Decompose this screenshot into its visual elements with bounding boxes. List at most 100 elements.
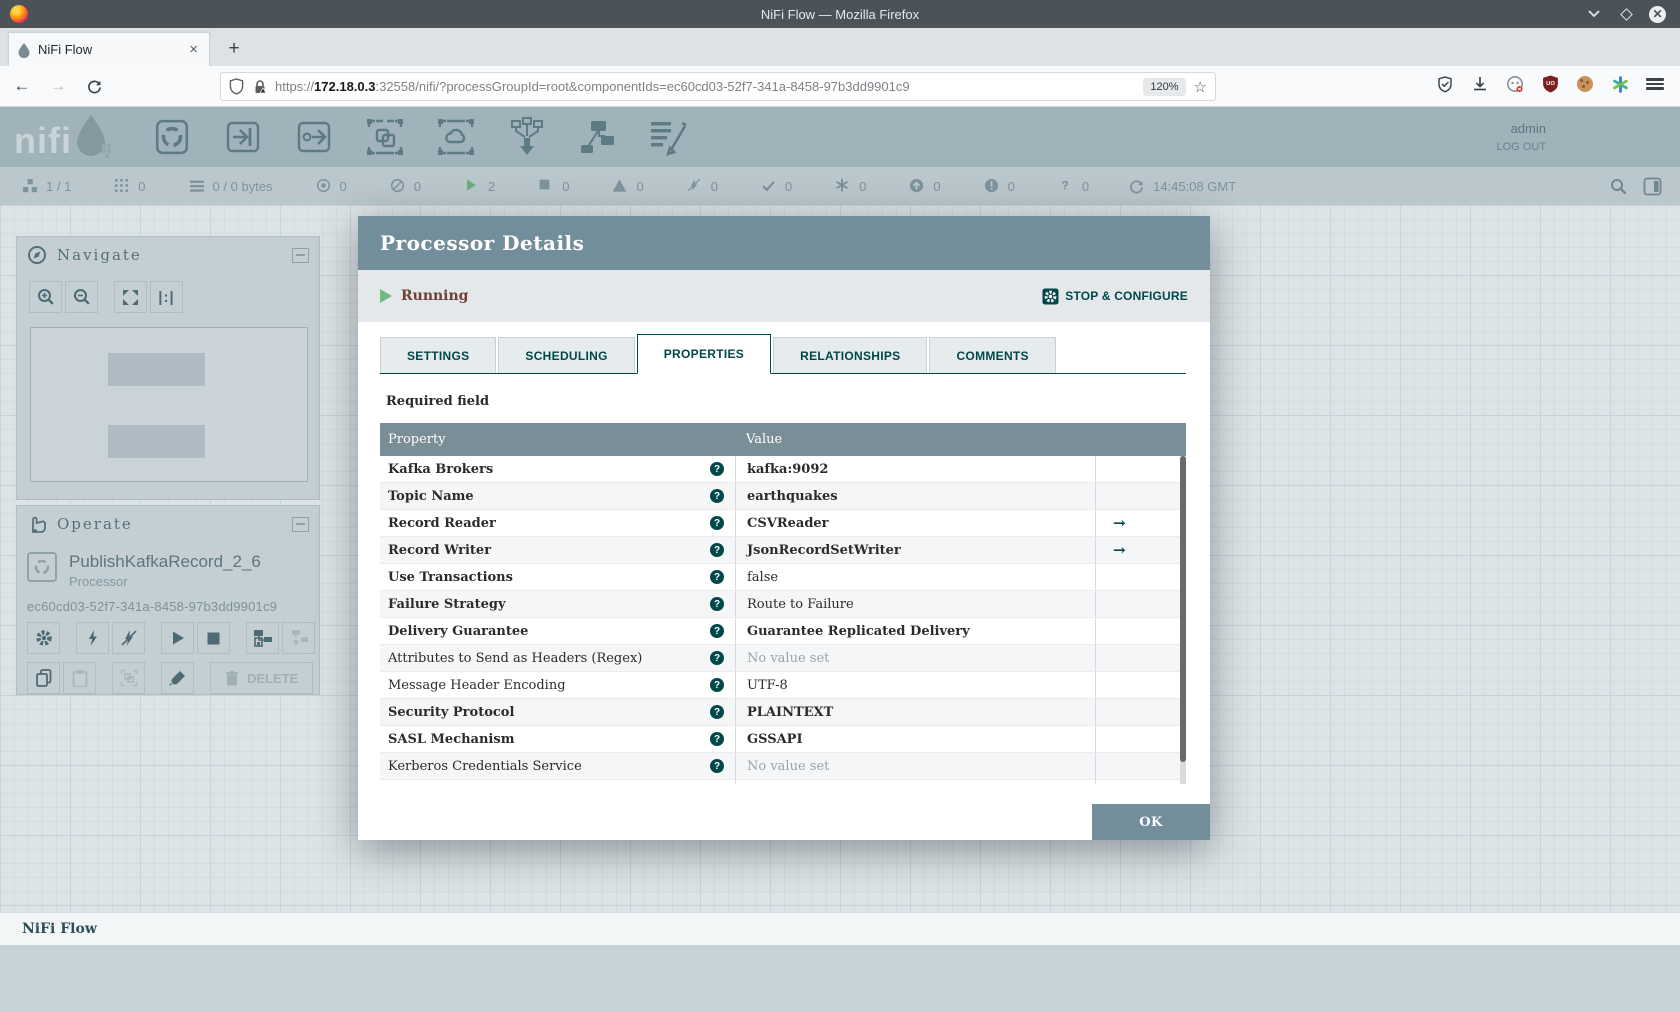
tab-scheduling[interactable]: SCHEDULING [498, 337, 635, 373]
remote-process-group-component-icon[interactable] [434, 116, 478, 158]
table-scrollbar-track[interactable] [1180, 456, 1186, 784]
tracking-protection-shield-icon[interactable] [229, 78, 244, 95]
table-scrollbar-thumb[interactable] [1180, 456, 1186, 762]
stat-value: 0 [710, 178, 718, 194]
group-button[interactable] [112, 662, 145, 694]
logout-link[interactable]: LOG OUT [1496, 141, 1546, 153]
copy-button[interactable] [27, 662, 60, 694]
new-tab-button[interactable]: + [220, 35, 248, 63]
property-help-icon[interactable]: ? [710, 759, 724, 773]
property-help-icon[interactable]: ? [710, 597, 724, 611]
property-help-icon[interactable]: ? [710, 651, 724, 665]
tab-relationships[interactable]: RELATIONSHIPS [773, 337, 928, 373]
tab-comments[interactable]: COMMENTS [929, 337, 1056, 373]
delete-button[interactable]: DELETE [210, 662, 314, 694]
colorful-extension-icon[interactable] [1609, 73, 1631, 95]
zoom-fit-button[interactable] [114, 281, 147, 313]
minimap-processor-block [108, 353, 205, 386]
property-help-icon[interactable]: ? [710, 489, 724, 503]
color-brush-button[interactable] [161, 662, 194, 694]
property-help-icon[interactable]: ? [710, 462, 724, 476]
downloads-icon[interactable] [1469, 73, 1491, 95]
window-maximize-icon[interactable] [1617, 5, 1635, 23]
forward-button[interactable]: → [44, 72, 72, 100]
template-component-icon[interactable] [576, 116, 620, 158]
tab-properties[interactable]: PROPERTIES [636, 334, 772, 374]
stat-stopped: 0 [538, 178, 569, 194]
collapse-navigate-icon[interactable] [292, 247, 309, 263]
property-value: UTF-8 [735, 672, 1095, 698]
ok-button[interactable]: OK [1092, 804, 1210, 840]
process-group-component-icon[interactable] [363, 116, 407, 158]
operate-panel-title: Operate [57, 515, 133, 533]
stat-stale: 0 [909, 178, 941, 194]
refresh-icon[interactable] [1129, 179, 1144, 194]
zoom-out-button[interactable] [65, 281, 98, 313]
reload-button[interactable] [80, 72, 108, 100]
stat-value: 1 / 1 [46, 178, 72, 194]
property-help-icon[interactable]: ? [710, 678, 724, 692]
goto-service-arrow[interactable]: → [1095, 537, 1180, 563]
window-close-icon[interactable]: ✕ [1649, 5, 1666, 23]
tab-close-icon[interactable]: × [186, 41, 201, 58]
output-port-component-icon[interactable] [292, 116, 336, 158]
zoom-in-button[interactable] [29, 281, 62, 313]
bookmark-star-icon[interactable]: ☆ [1194, 78, 1207, 96]
pocket-shield-icon[interactable] [1434, 73, 1456, 95]
stop-and-configure-button[interactable]: STOP & CONFIGURE [1042, 288, 1188, 305]
browser-tab[interactable]: NiFi Flow × [8, 32, 210, 66]
property-row: Failure Strategy? Route to Failure [380, 591, 1186, 618]
property-help-icon[interactable]: ? [710, 570, 724, 584]
collapse-operate-icon[interactable] [292, 516, 309, 532]
search-icon[interactable] [1610, 178, 1627, 195]
funnel-component-icon[interactable] [505, 116, 549, 158]
save-flow-version-button[interactable] [246, 622, 279, 654]
dialog-header: Processor Details [358, 216, 1210, 270]
property-name: SASL Mechanism [388, 731, 515, 747]
container-mask-icon[interactable] [1504, 73, 1526, 95]
property-value: Route to Failure [735, 591, 1095, 617]
stat-value: 0 [859, 178, 867, 194]
url-bar[interactable]: https://172.18.0.3:32558/nifi/?processGr… [220, 72, 1216, 101]
property-row: Kafka Brokers? kafka:9092 [380, 456, 1186, 483]
property-column-header: Property [388, 432, 446, 447]
paste-button[interactable] [63, 662, 96, 694]
input-port-component-icon[interactable] [221, 116, 265, 158]
ublock-origin-icon[interactable]: UO [1539, 73, 1561, 95]
cookie-extension-icon[interactable] [1574, 73, 1596, 95]
tab-settings[interactable]: SETTINGS [380, 337, 497, 373]
stop-square-button[interactable] [197, 622, 230, 654]
property-help-icon[interactable]: ? [710, 624, 724, 638]
property-value: No value set [735, 645, 1095, 671]
processor-details-dialog: Processor Details Running STOP & CONFIGU… [358, 216, 1210, 840]
property-value: kafka:9092 [735, 456, 1095, 482]
enable-bolt-button[interactable] [76, 622, 109, 654]
property-help-icon[interactable]: ? [710, 543, 724, 557]
panel-toggle-icon[interactable] [1643, 177, 1662, 196]
run-status-label: Running [401, 288, 469, 304]
url-text[interactable]: https://172.18.0.3:32558/nifi/?processGr… [275, 79, 1143, 94]
back-button[interactable]: ← [8, 72, 36, 100]
dialog-status-row: Running STOP & CONFIGURE [358, 270, 1210, 322]
property-help-icon[interactable]: ? [710, 732, 724, 746]
zoom-actual-size-button[interactable]: |:| [150, 281, 183, 313]
bottom-strip [0, 945, 1680, 1012]
goto-service-arrow[interactable]: → [1095, 510, 1180, 536]
breadcrumb[interactable]: NiFi Flow [22, 921, 97, 937]
revert-flow-version-button[interactable] [282, 622, 315, 654]
queued-icon [189, 178, 205, 194]
configure-gear-button[interactable] [27, 622, 60, 654]
property-row: Record Writer? JsonRecordSetWriter → [380, 537, 1186, 564]
start-play-button[interactable] [161, 622, 194, 654]
processor-component-icon[interactable] [150, 116, 194, 158]
locally-modified-icon [835, 178, 851, 194]
birdseye-minimap[interactable] [30, 327, 308, 482]
label-component-icon[interactable] [647, 116, 691, 158]
menu-hamburger-icon[interactable] [1644, 73, 1666, 95]
window-minimize-icon[interactable] [1585, 5, 1603, 23]
connection-lock-icon[interactable] [253, 79, 267, 95]
property-help-icon[interactable]: ? [710, 705, 724, 719]
property-help-icon[interactable]: ? [710, 516, 724, 530]
page-zoom-badge[interactable]: 120% [1143, 77, 1186, 96]
disable-bolt-slash-button[interactable] [112, 622, 145, 654]
